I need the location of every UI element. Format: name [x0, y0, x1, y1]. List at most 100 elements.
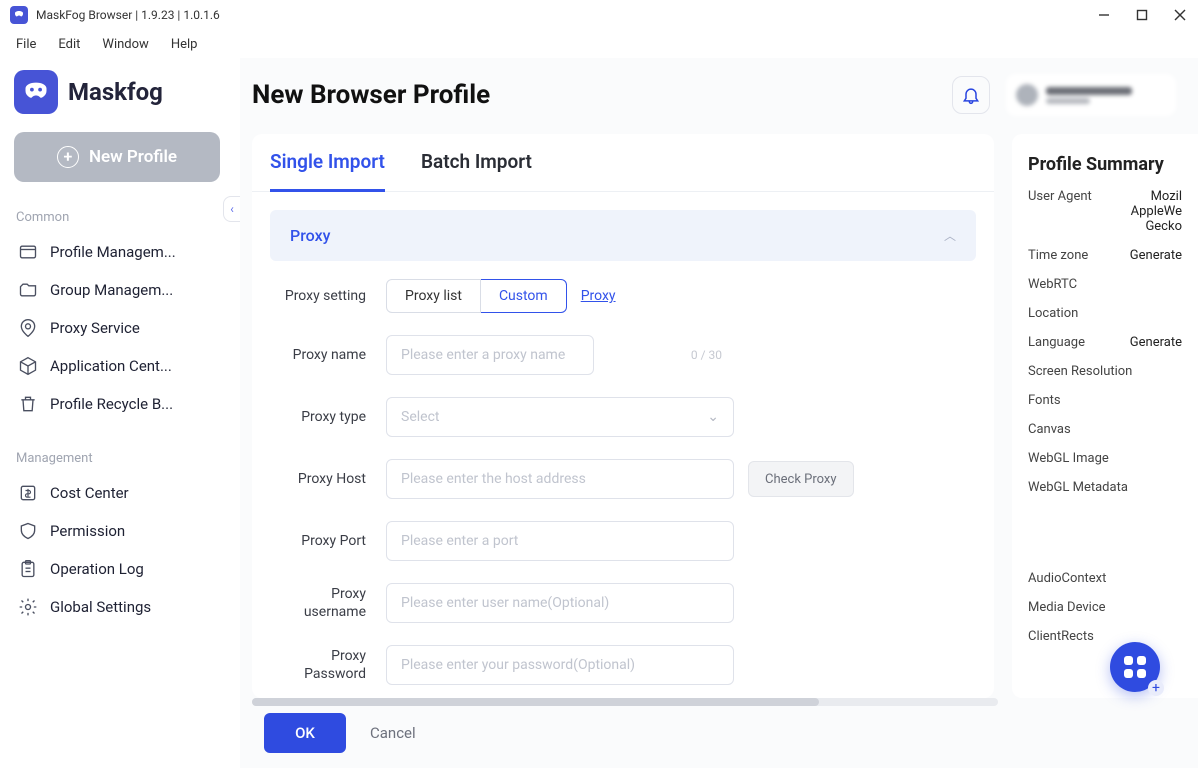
gear-icon: [18, 597, 38, 617]
folder-icon: [18, 280, 38, 300]
sidebar-item-global-settings[interactable]: Global Settings: [14, 588, 226, 626]
nav-section-common: Common: [16, 210, 226, 225]
grid-icon: [1124, 656, 1146, 678]
location-icon: [18, 318, 38, 338]
menu-help[interactable]: Help: [161, 34, 208, 55]
summary-language-label: Language: [1028, 335, 1085, 350]
proxy-host-label: Proxy Host: [278, 470, 386, 488]
sidebar-item-operation-log[interactable]: Operation Log: [14, 550, 226, 588]
titlebar: MaskFog Browser | 1.9.23 | 1.0.1.6: [0, 0, 1198, 30]
menu-edit[interactable]: Edit: [48, 34, 90, 55]
profile-summary-panel: Profile Summary User Agent MozilAppleWeG…: [1012, 134, 1198, 698]
window-minimize-icon[interactable]: [1096, 7, 1112, 23]
summary-screen: Screen Resolution: [1028, 364, 1182, 379]
sidebar-item-label: Proxy Service: [50, 319, 140, 337]
user-menu[interactable]: [1006, 74, 1176, 116]
tab-single-import[interactable]: Single Import: [270, 150, 385, 192]
tab-batch-import[interactable]: Batch Import: [421, 150, 532, 191]
proxy-port-input[interactable]: [386, 521, 734, 561]
avatar: [1016, 84, 1038, 106]
proxy-password-input[interactable]: [386, 645, 734, 685]
sidebar-item-cost-center[interactable]: Cost Center: [14, 474, 226, 512]
proxy-name-counter: 0 / 30: [691, 348, 722, 362]
horizontal-scrollbar[interactable]: [252, 698, 998, 706]
menu-file[interactable]: File: [6, 34, 46, 55]
summary-webgl-image: WebGL Image: [1028, 451, 1182, 466]
proxy-section-header[interactable]: Proxy ︿: [270, 210, 976, 261]
sidebar-item-group-management[interactable]: Group Managem...: [14, 271, 226, 309]
summary-location: Location: [1028, 306, 1182, 321]
ok-button[interactable]: OK: [264, 713, 346, 753]
menu-window[interactable]: Window: [92, 34, 158, 55]
nav-section-management: Management: [16, 451, 226, 466]
new-profile-button[interactable]: + New Profile: [14, 132, 220, 182]
check-proxy-button[interactable]: Check Proxy: [748, 461, 854, 497]
sidebar-item-proxy-service[interactable]: Proxy Service: [14, 309, 226, 347]
cancel-button[interactable]: Cancel: [370, 724, 416, 742]
proxy-setting-segment: Proxy list Custom: [386, 279, 567, 313]
dollar-icon: [18, 483, 38, 503]
summary-timezone-value: Generate: [1130, 248, 1182, 263]
sidebar: Maskfog + New Profile ‹ Common Profile M…: [0, 58, 240, 768]
summary-title: Profile Summary: [1028, 154, 1182, 175]
sidebar-item-permission[interactable]: Permission: [14, 512, 226, 550]
summary-fonts: Fonts: [1028, 393, 1182, 408]
window-title: MaskFog Browser | 1.9.23 | 1.0.1.6: [36, 8, 1096, 22]
window-maximize-icon[interactable]: [1134, 7, 1150, 23]
proxy-username-input[interactable]: [386, 583, 734, 623]
segment-custom[interactable]: Custom: [481, 279, 567, 313]
fab-add-badge: +: [1148, 680, 1164, 696]
summary-ua-label: User Agent: [1028, 189, 1092, 204]
notifications-button[interactable]: [952, 76, 990, 114]
summary-media: Media Device: [1028, 600, 1182, 615]
profile-icon: [18, 242, 38, 262]
sidebar-item-application-center[interactable]: Application Cent...: [14, 347, 226, 385]
main-area: New Browser Profile Single Import Batch …: [240, 58, 1198, 768]
page-title: New Browser Profile: [252, 80, 952, 110]
sidebar-item-label: Group Managem...: [50, 281, 173, 299]
chevron-up-icon: ︿: [944, 227, 956, 244]
proxy-port-label: Proxy Port: [278, 532, 386, 550]
proxy-type-label: Proxy type: [278, 408, 386, 426]
sidebar-item-recycle-bin[interactable]: Profile Recycle B...: [14, 385, 226, 423]
logo: Maskfog: [14, 70, 226, 114]
import-tabs: Single Import Batch Import: [252, 134, 994, 192]
summary-canvas: Canvas: [1028, 422, 1182, 437]
content-panel: Single Import Batch Import Proxy ︿ Proxy…: [252, 134, 994, 698]
proxy-type-placeholder: Select: [401, 409, 439, 425]
new-profile-label: New Profile: [89, 147, 177, 167]
proxy-password-label: Proxy Password: [278, 647, 386, 683]
proxy-name-label: Proxy name: [278, 346, 386, 364]
proxy-name-input[interactable]: [386, 335, 594, 375]
proxy-link[interactable]: Proxy: [581, 288, 616, 304]
summary-audio: AudioContext: [1028, 571, 1182, 586]
sidebar-item-profile-management[interactable]: Profile Managem...: [14, 233, 226, 271]
app-icon: [10, 6, 28, 24]
trash-icon: [18, 394, 38, 414]
sidebar-item-label: Profile Managem...: [50, 243, 176, 261]
sidebar-collapse-button[interactable]: ‹: [223, 196, 241, 222]
summary-rects: ClientRects: [1028, 629, 1182, 644]
sidebar-item-label: Application Cent...: [50, 357, 172, 375]
segment-proxy-list[interactable]: Proxy list: [386, 279, 481, 313]
clipboard-icon: [18, 559, 38, 579]
sidebar-item-label: Operation Log: [50, 560, 144, 578]
sidebar-item-label: Cost Center: [50, 484, 129, 502]
window-close-icon[interactable]: [1172, 7, 1188, 23]
menubar: File Edit Window Help: [0, 30, 1198, 58]
summary-language-value: Generate: [1130, 335, 1182, 350]
proxy-section-label: Proxy: [290, 226, 330, 245]
sidebar-item-label: Global Settings: [50, 598, 151, 616]
chevron-down-icon: ⌄: [707, 409, 719, 425]
plus-icon: +: [57, 146, 79, 168]
summary-timezone-label: Time zone: [1028, 248, 1088, 263]
logo-text: Maskfog: [68, 78, 163, 106]
proxy-setting-label: Proxy setting: [278, 287, 386, 305]
summary-webrtc: WebRTC: [1028, 277, 1182, 292]
proxy-type-select[interactable]: Select ⌄: [386, 397, 734, 437]
proxy-username-label: Proxy username: [278, 585, 386, 621]
fab-button[interactable]: +: [1110, 642, 1160, 692]
proxy-host-input[interactable]: [386, 459, 734, 499]
sidebar-item-label: Permission: [50, 522, 125, 540]
shield-icon: [18, 521, 38, 541]
